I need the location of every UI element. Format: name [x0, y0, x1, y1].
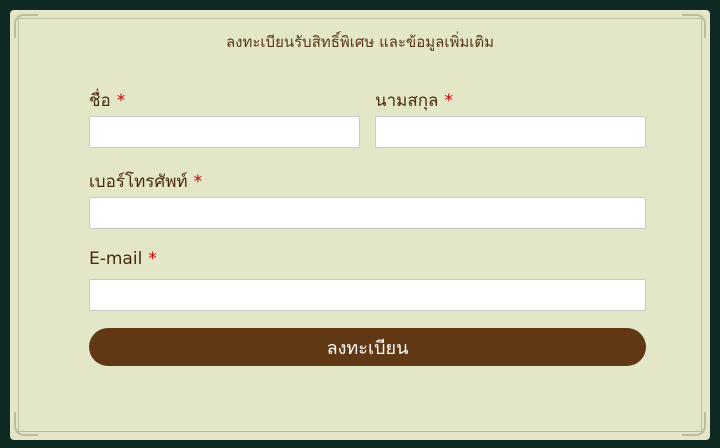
last-name-label-text: นามสกุล	[375, 91, 439, 111]
phone-label-text: เบอร์โทรศัพท์	[89, 172, 188, 192]
last-name-input[interactable]	[375, 116, 646, 148]
required-asterisk: *	[148, 249, 157, 269]
corner-ornament	[14, 412, 38, 436]
last-name-label: นามสกุล *	[375, 87, 453, 114]
phone-label: เบอร์โทรศัพท์ *	[89, 168, 202, 195]
email-label-text: E-mail	[89, 249, 143, 269]
email-input[interactable]	[89, 279, 646, 311]
required-asterisk: *	[193, 172, 203, 192]
required-asterisk: *	[116, 91, 126, 111]
corner-ornament	[682, 412, 706, 436]
first-name-input[interactable]	[89, 116, 360, 148]
form-title: ลงทะเบียนรับสิทธิ์พิเศษ และข้อมูลเพิ่มเต…	[225, 33, 495, 51]
phone-input[interactable]	[89, 197, 646, 229]
required-asterisk: *	[444, 91, 453, 111]
register-button[interactable]: ลงทะเบียน	[89, 328, 646, 366]
first-name-label: ชื่อ *	[89, 87, 125, 114]
first-name-label-text: ชื่อ	[89, 91, 111, 111]
email-label: E-mail *	[89, 249, 157, 269]
registration-card: ลงทะเบียนรับสิทธิ์พิเศษ และข้อมูลเพิ่มเต…	[10, 10, 710, 440]
